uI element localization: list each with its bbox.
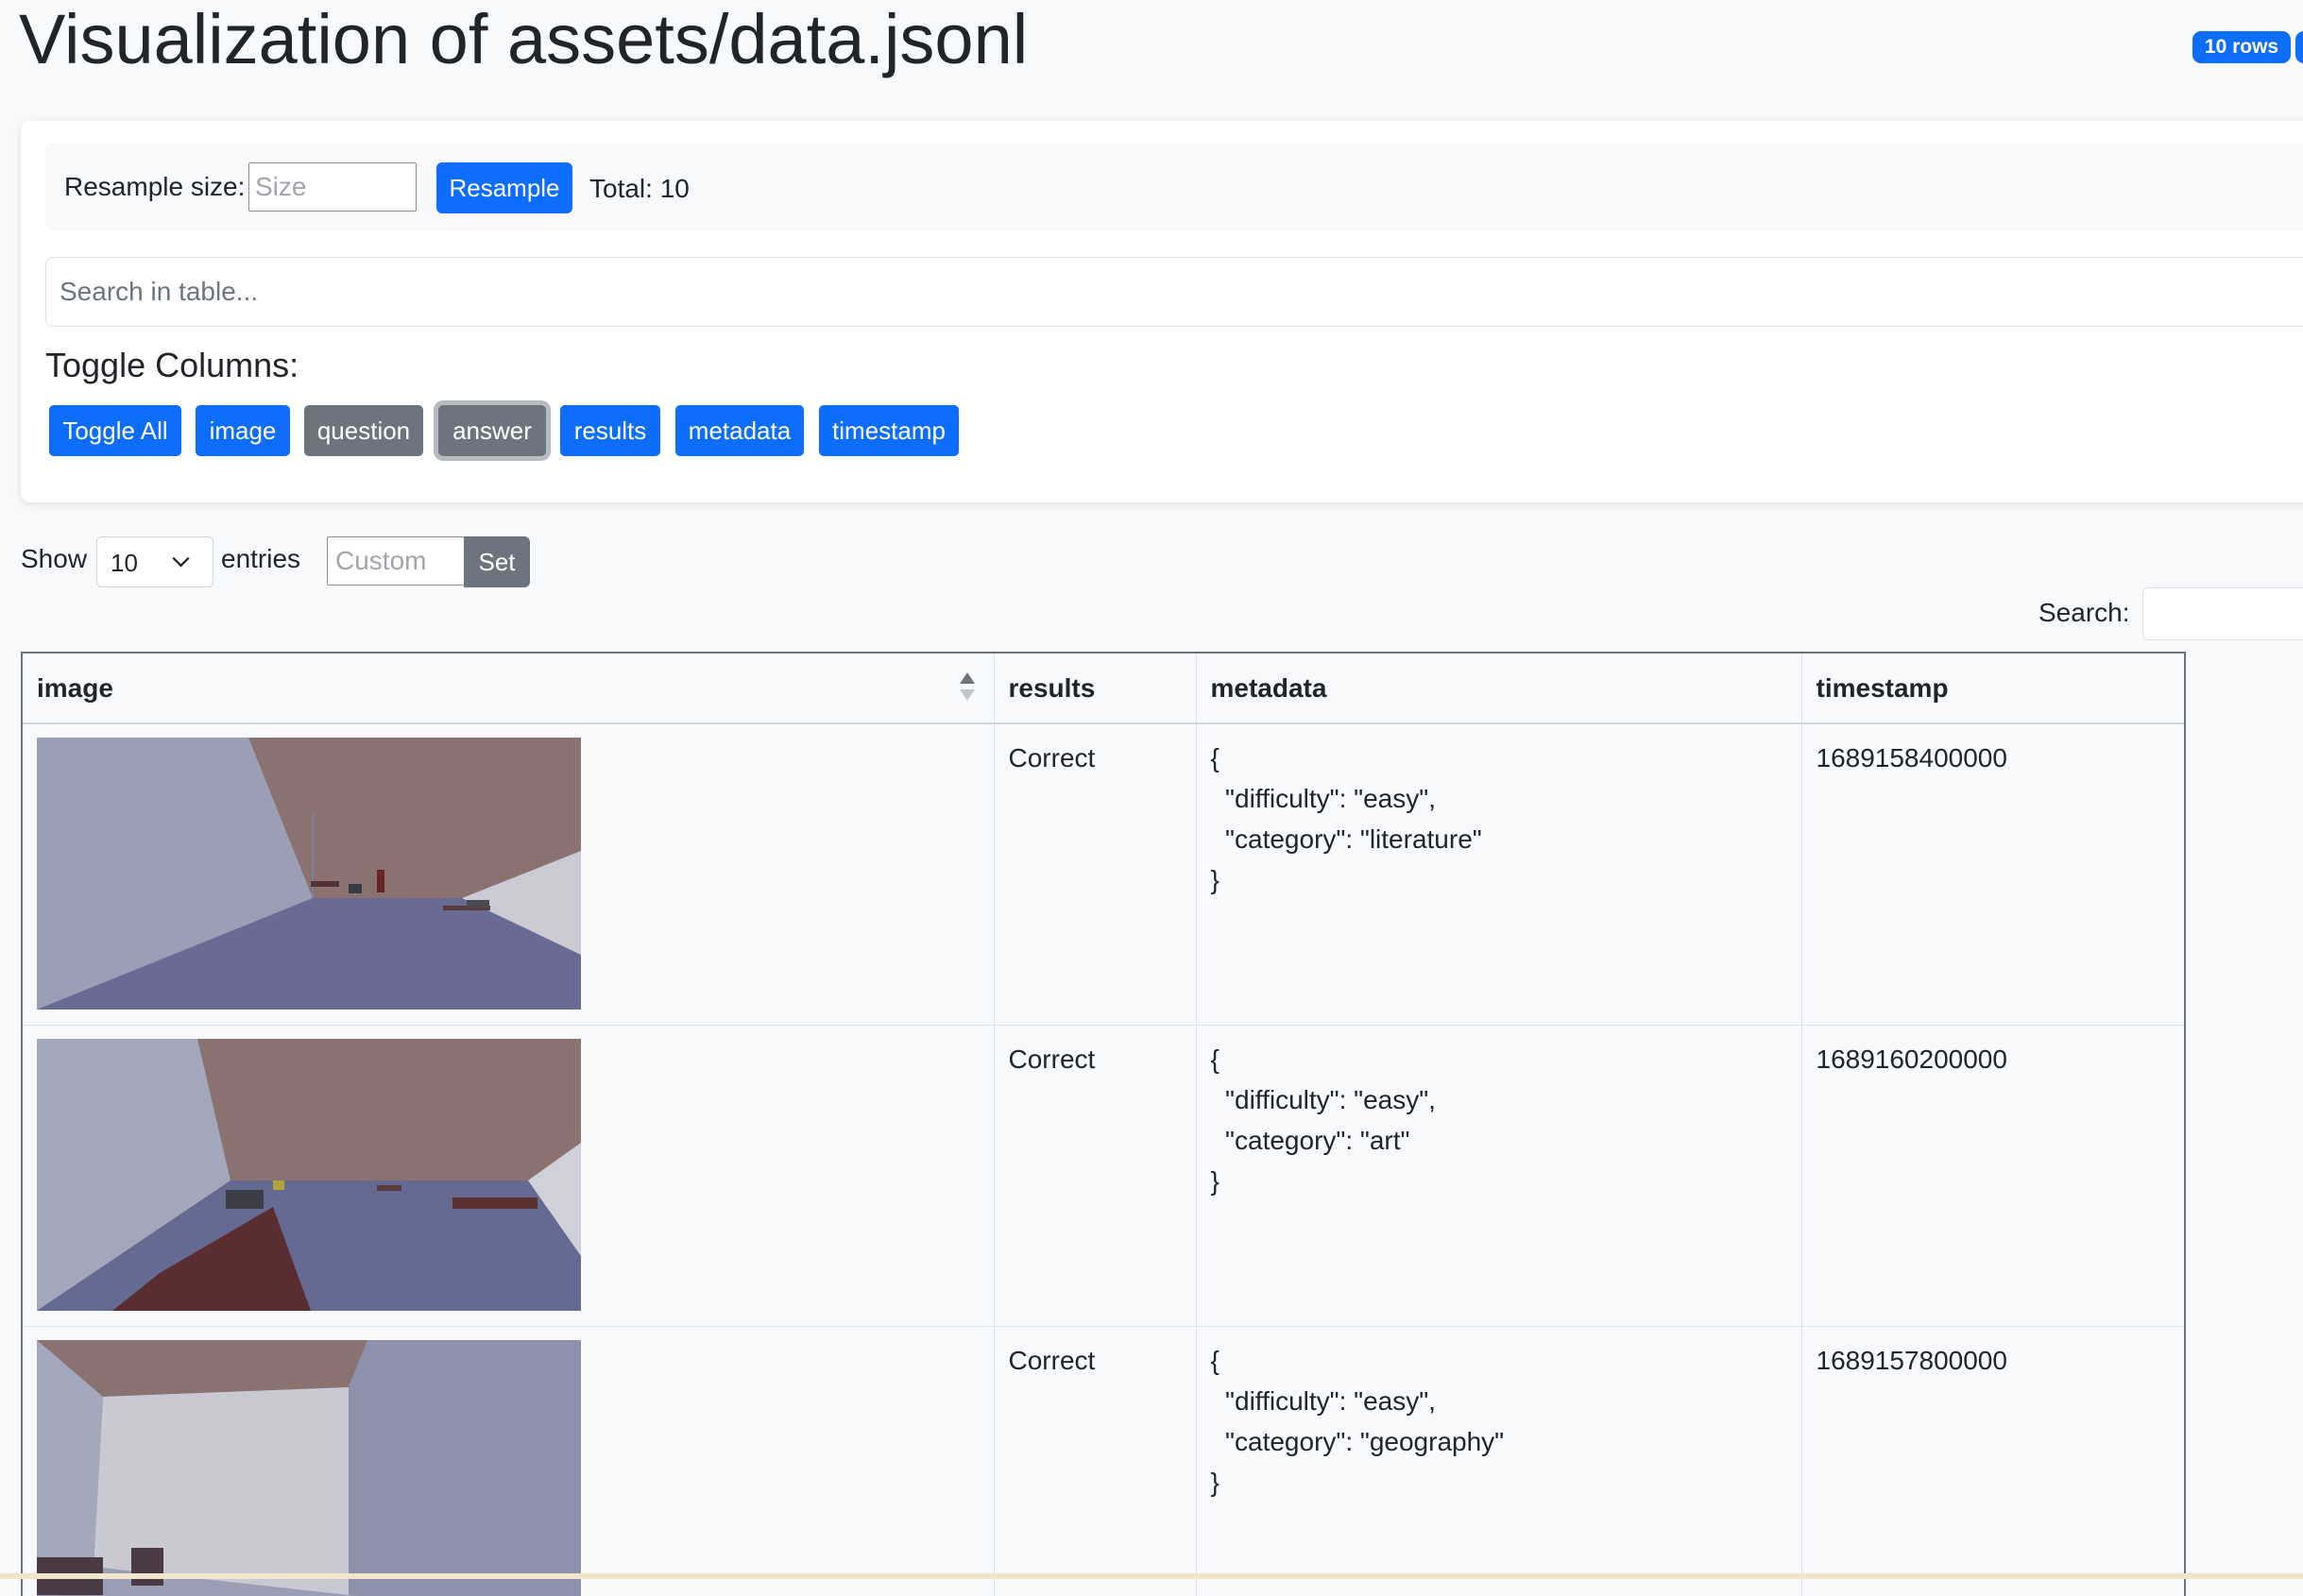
room-scene-thumbnail[interactable]	[37, 738, 581, 1010]
table-row: Correct { "difficulty": "easy", "categor…	[23, 1326, 2186, 1596]
image-cell	[23, 1025, 994, 1326]
bottom-edge-strip	[0, 1573, 2303, 1579]
total-count: Total: 10	[589, 172, 690, 206]
timestamp-cell: 1689158400000	[1801, 723, 2186, 1025]
toggle-results-column-button[interactable]: results	[560, 405, 660, 456]
secondary-badge	[2295, 31, 2303, 63]
custom-entries-input[interactable]	[327, 536, 465, 586]
page-title: Visualization of assets/data.jsonl	[19, 0, 1028, 79]
resample-button[interactable]: Resample	[436, 162, 572, 213]
toggle-columns-heading: Toggle Columns:	[45, 344, 299, 387]
table-row: Correct { "difficulty": "easy", "categor…	[23, 1025, 2186, 1326]
table-row: Correct { "difficulty": "easy", "categor…	[23, 723, 2186, 1025]
column-header-label: metadata	[1211, 673, 1327, 703]
resample-size-input[interactable]	[248, 162, 417, 212]
table-search-input[interactable]	[45, 257, 2303, 327]
column-header-label: results	[1009, 673, 1096, 703]
entries-label: entries	[221, 542, 300, 576]
rows-count-badge: 10 rows	[2192, 31, 2291, 63]
toggle-question-column-button[interactable]: question	[304, 405, 423, 456]
chevron-down-icon	[172, 550, 189, 567]
metadata-cell: { "difficulty": "easy", "category": "lit…	[1196, 723, 1801, 1025]
datatable-search-input[interactable]	[2142, 587, 2303, 640]
sort-ascending-icon	[960, 672, 975, 705]
metadata-cell: { "difficulty": "easy", "category": "art…	[1196, 1025, 1801, 1326]
toggle-image-column-button[interactable]: image	[196, 405, 290, 456]
image-cell	[23, 723, 994, 1025]
toggle-timestamp-column-button[interactable]: timestamp	[819, 405, 959, 456]
data-table: image results metadata timestamp	[23, 654, 2186, 1596]
metadata-cell: { "difficulty": "easy", "category": "geo…	[1196, 1326, 1801, 1596]
column-header-label: image	[37, 673, 113, 703]
data-table-container: image results metadata timestamp	[21, 652, 2186, 1596]
timestamp-cell: 1689157800000	[1801, 1326, 2186, 1596]
show-entries-label: Show	[21, 542, 87, 576]
room-scene-thumbnail[interactable]	[37, 1340, 581, 1596]
column-header-image[interactable]: image	[23, 654, 994, 723]
toggle-metadata-column-button[interactable]: metadata	[675, 405, 804, 456]
entries-per-page-select[interactable]: 10	[96, 536, 213, 587]
column-header-results[interactable]: results	[994, 654, 1196, 723]
datatable-search-label: Search:	[2039, 596, 2130, 630]
room-scene-thumbnail[interactable]	[37, 1039, 581, 1311]
column-header-metadata[interactable]: metadata	[1196, 654, 1801, 723]
results-cell: Correct	[994, 1025, 1196, 1326]
column-header-timestamp[interactable]: timestamp	[1801, 654, 2186, 723]
set-entries-button[interactable]: Set	[464, 536, 530, 587]
table-header-row: image results metadata timestamp	[23, 654, 2186, 723]
entries-select-value: 10	[111, 550, 138, 576]
resample-size-label: Resample size:	[64, 170, 245, 204]
column-header-label: timestamp	[1817, 673, 1949, 703]
metadata-json: { "difficulty": "easy", "category": "geo…	[1211, 1340, 1787, 1503]
results-cell: Correct	[994, 723, 1196, 1025]
metadata-json: { "difficulty": "easy", "category": "lit…	[1211, 738, 1787, 900]
toggle-answer-column-button[interactable]: answer	[438, 405, 546, 456]
metadata-json: { "difficulty": "easy", "category": "art…	[1211, 1039, 1787, 1201]
image-cell	[23, 1326, 994, 1596]
controls-card: Resample size: Resample Total: 10 Toggle…	[21, 121, 2303, 502]
timestamp-cell: 1689160200000	[1801, 1025, 2186, 1326]
results-cell: Correct	[994, 1326, 1196, 1596]
toggle-all-button[interactable]: Toggle All	[49, 405, 181, 456]
